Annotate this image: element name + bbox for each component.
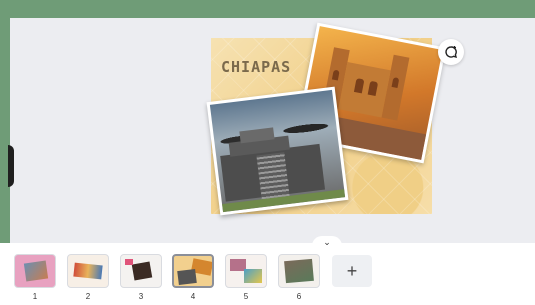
page-thumbnail-4[interactable]	[172, 254, 214, 288]
page-number-6: 6	[296, 292, 302, 301]
page-number-2: 2	[85, 292, 91, 301]
page-number-4: 4	[190, 292, 196, 301]
page-thumbnail-2[interactable]	[67, 254, 109, 288]
side-panel-handle[interactable]	[8, 145, 14, 187]
page-number-1: 1	[32, 292, 38, 301]
comment-add-icon	[445, 46, 457, 59]
page-thumbnail-6[interactable]	[278, 254, 320, 288]
chevron-down-icon: ⌄	[323, 236, 331, 247]
page-thumbnail-5[interactable]	[225, 254, 267, 288]
page-title[interactable]: CHIAPAS	[221, 58, 291, 76]
page-number-3: 3	[138, 292, 144, 301]
temple-photo[interactable]	[206, 86, 349, 216]
collapse-filmstrip-button[interactable]: ⌄	[312, 236, 342, 248]
add-comment-button[interactable]	[438, 39, 464, 65]
page-number-5: 5	[243, 292, 249, 301]
add-page-button[interactable]: +	[332, 255, 372, 287]
page-thumbnail-1[interactable]	[14, 254, 56, 288]
plus-icon: +	[346, 260, 358, 281]
page-thumbnail-3[interactable]	[120, 254, 162, 288]
